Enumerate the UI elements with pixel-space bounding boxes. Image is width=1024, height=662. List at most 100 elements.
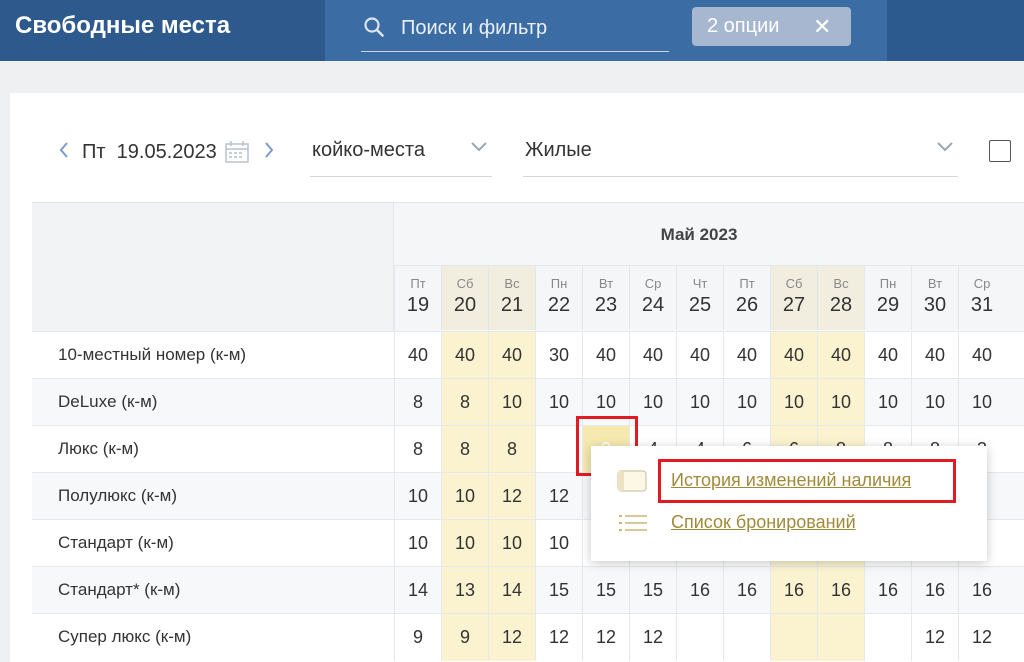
- availability-cell[interactable]: 8: [441, 426, 488, 473]
- availability-cell[interactable]: 12: [629, 614, 676, 661]
- day-of-week: Вт: [598, 276, 614, 291]
- day-of-week: Ср: [973, 276, 991, 291]
- availability-cell[interactable]: 40: [676, 332, 723, 379]
- availability-cell[interactable]: 10: [394, 473, 441, 520]
- availability-cell[interactable]: 10: [817, 379, 864, 426]
- availability-cell[interactable]: 16: [864, 567, 911, 614]
- day-number: 26: [735, 294, 759, 316]
- availability-cell[interactable]: 40: [958, 332, 1005, 379]
- chevron-down-icon: [471, 142, 487, 152]
- calendar-icon[interactable]: [225, 141, 249, 163]
- availability-cell[interactable]: 10: [911, 379, 958, 426]
- availability-cell[interactable]: 12: [911, 614, 958, 661]
- menu-item-highlight: [658, 459, 956, 503]
- availability-cell[interactable]: 12: [582, 614, 629, 661]
- unit-select[interactable]: койко-места: [310, 131, 492, 177]
- calendar-header: Май 2023 Пт 19 Сб 20 Вс 21 Пн 22 Вт 23 Ср 24 Чт 25 Пт 2…: [394, 203, 1024, 331]
- table-row: 10-местный номер (к-м) 40 40 40 30 40 40 40 40 40…: [32, 331, 1024, 379]
- bookings-menu-item[interactable]: Список бронирований: [591, 502, 987, 542]
- filter-checkbox[interactable]: [989, 140, 1011, 162]
- availability-cell[interactable]: 12: [488, 473, 535, 520]
- day-of-week: Вт: [927, 276, 943, 291]
- prev-date-button[interactable]: [54, 139, 74, 165]
- availability-cell[interactable]: 16: [770, 567, 817, 614]
- availability-cell[interactable]: 16: [958, 567, 1005, 614]
- availability-cell[interactable]: 16: [676, 567, 723, 614]
- room-type-header: [32, 203, 394, 331]
- availability-cell[interactable]: 12: [535, 614, 582, 661]
- day-column-header: Пт 26: [723, 266, 770, 330]
- availability-cell[interactable]: 12: [488, 614, 535, 661]
- availability-cell[interactable]: 10: [676, 379, 723, 426]
- availability-cell[interactable]: 14: [394, 567, 441, 614]
- availability-cell[interactable]: 10: [441, 520, 488, 567]
- availability-cell[interactable]: 40: [770, 332, 817, 379]
- availability-cell[interactable]: 30: [535, 332, 582, 379]
- day-of-week: Вс: [833, 276, 849, 291]
- unit-select-value: койко-места: [312, 139, 425, 161]
- day-of-week: Вс: [504, 276, 520, 291]
- availability-cell[interactable]: 40: [723, 332, 770, 379]
- availability-cell[interactable]: 10: [864, 379, 911, 426]
- availability-cell[interactable]: 14: [488, 567, 535, 614]
- availability-cell[interactable]: 10: [535, 379, 582, 426]
- availability-cell[interactable]: [770, 614, 817, 661]
- day-column-header: Пт 19: [394, 266, 441, 330]
- availability-cell[interactable]: 10: [958, 379, 1005, 426]
- availability-cell[interactable]: 12: [535, 473, 582, 520]
- next-date-button[interactable]: [259, 139, 279, 165]
- day-of-week: Сб: [785, 276, 803, 291]
- app-title: Свободные места: [15, 12, 231, 39]
- availability-cell[interactable]: 10: [488, 379, 535, 426]
- availability-cell[interactable]: 15: [629, 567, 676, 614]
- availability-cell[interactable]: 40: [817, 332, 864, 379]
- availability-cell[interactable]: 10: [394, 520, 441, 567]
- availability-cell[interactable]: 8: [394, 426, 441, 473]
- availability-cell[interactable]: 10: [488, 520, 535, 567]
- search-input[interactable]: [401, 14, 661, 42]
- availability-cell[interactable]: 8: [488, 426, 535, 473]
- availability-cell[interactable]: 8: [441, 379, 488, 426]
- availability-cell[interactable]: [864, 614, 911, 661]
- availability-cell[interactable]: 10: [770, 379, 817, 426]
- availability-cell[interactable]: 40: [864, 332, 911, 379]
- availability-cell[interactable]: 9: [441, 614, 488, 661]
- room-type-label: 10-местный номер (к-м): [58, 345, 247, 364]
- availability-cell[interactable]: [535, 426, 582, 473]
- availability-cell[interactable]: 16: [723, 567, 770, 614]
- availability-cell[interactable]: 15: [582, 567, 629, 614]
- availability-cell[interactable]: 10: [535, 520, 582, 567]
- close-icon[interactable]: ✕: [813, 14, 831, 40]
- toolbar: Пт 19.05.2023 койко-места Жилые: [10, 93, 1024, 198]
- availability-cell[interactable]: 40: [582, 332, 629, 379]
- chevron-down-icon: [937, 142, 953, 152]
- availability-cell[interactable]: [723, 614, 770, 661]
- chevron-right-icon: [264, 142, 274, 158]
- availability-cell[interactable]: [676, 614, 723, 661]
- availability-cell[interactable]: 10: [441, 473, 488, 520]
- availability-cell[interactable]: 16: [911, 567, 958, 614]
- availability-cell[interactable]: 40: [629, 332, 676, 379]
- availability-cell[interactable]: 9: [394, 614, 441, 661]
- availability-cell[interactable]: 16: [817, 567, 864, 614]
- day-number: 25: [688, 294, 712, 316]
- filter-options-chip[interactable]: 2 опции ✕: [692, 7, 851, 46]
- day-of-week: Ср: [644, 276, 662, 291]
- availability-cell[interactable]: 40: [394, 332, 441, 379]
- availability-cell[interactable]: 15: [535, 567, 582, 614]
- history-icon: [617, 470, 647, 492]
- main-panel: Пт 19.05.2023 койко-места Жилые Май 2023…: [10, 93, 1024, 662]
- availability-cell[interactable]: 40: [441, 332, 488, 379]
- list-icon: [619, 515, 647, 531]
- availability-cell[interactable]: 8: [394, 379, 441, 426]
- availability-cell[interactable]: 40: [488, 332, 535, 379]
- availability-cell[interactable]: [817, 614, 864, 661]
- day-column-header: Пн 22: [535, 266, 582, 330]
- availability-cell[interactable]: 10: [723, 379, 770, 426]
- current-date[interactable]: Пт 19.05.2023: [82, 141, 217, 164]
- type-select[interactable]: Жилые: [523, 131, 958, 177]
- search-box[interactable]: [361, 8, 669, 52]
- availability-cell[interactable]: 40: [911, 332, 958, 379]
- availability-cell[interactable]: 13: [441, 567, 488, 614]
- availability-cell[interactable]: 12: [958, 614, 1005, 661]
